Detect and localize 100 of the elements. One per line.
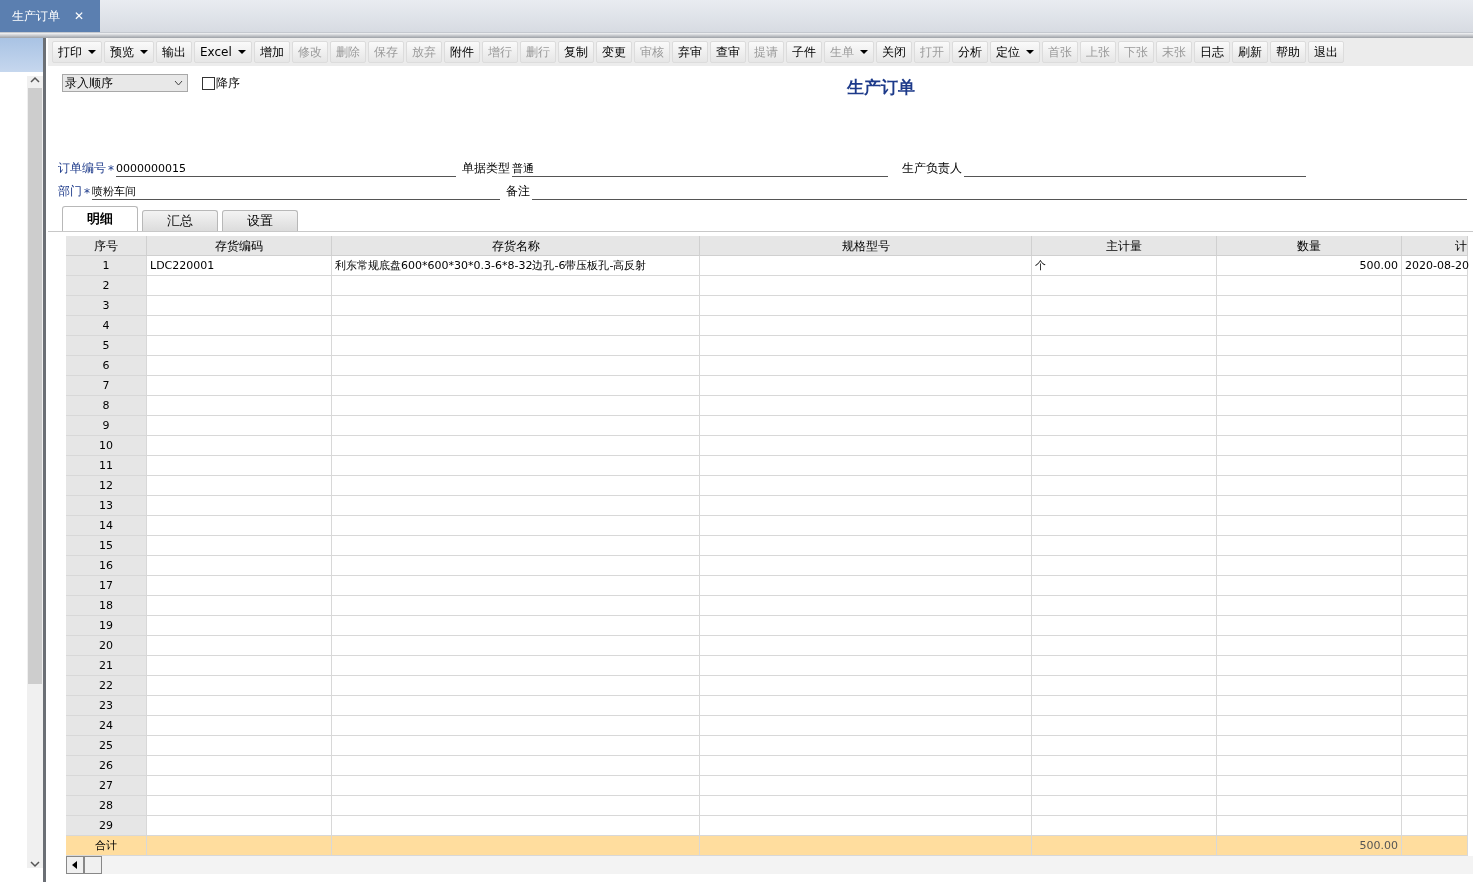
row-number: 20 [66,636,147,656]
vertical-scrollbar[interactable] [27,76,43,868]
table-cell [1402,536,1468,556]
horizontal-scrollbar[interactable] [66,856,1473,874]
tab[interactable]: 汇总 [142,210,218,231]
sort-select[interactable]: 录入顺序 [62,74,188,92]
total-cell: 500.00 [1217,836,1402,856]
row-number: 21 [66,656,147,676]
toolbar-button[interactable]: 退出 [1307,41,1344,63]
caret-icon[interactable] [140,50,148,54]
toolbar-button[interactable]: 帮助 [1269,41,1306,63]
table-cell: 2020-08-20 [1402,256,1468,276]
field-label: 生产负责人 [902,160,962,177]
table-cell [1402,336,1468,356]
total-cell [1402,836,1468,856]
table-cell [1402,636,1468,656]
input-field[interactable]: 喷粉车间 [92,185,500,200]
column-header[interactable]: 计 [1402,236,1468,256]
table-cell [1402,456,1468,476]
column-header[interactable]: 存货编码 [147,236,332,256]
row-number: 7 [66,376,147,396]
toolbar-button[interactable]: 刷新 [1231,41,1268,63]
input-field[interactable]: 0000000015 [116,162,456,177]
field-label: 单据类型 [462,160,510,177]
caret-icon[interactable] [1025,50,1034,54]
toolbar-button[interactable]: 子件 [785,41,822,63]
table-cell [1402,476,1468,496]
toolbar-button[interactable]: 复制 [557,41,594,63]
input-field[interactable]: 普通 [512,162,888,177]
row-number: 19 [66,616,147,636]
row-number: 13 [66,496,147,516]
table-cell: 利东常规底盘600*600*30*0.3-6*8-32边孔-6带压板孔-高反射 [332,256,700,276]
form-title: 生产订单 [846,77,915,97]
toolbar-button[interactable]: 关闭 [875,41,912,63]
row-number: 22 [66,676,147,696]
table-cell [1402,296,1468,316]
chevron-up-icon[interactable] [30,76,40,84]
required-mark: * [108,163,114,177]
table-cell: 500.00 [1217,256,1402,276]
field-label: 备注 [505,183,530,200]
row-number: 14 [66,516,147,536]
scrollbar-thumb[interactable] [84,856,102,874]
row-number: 17 [66,576,147,596]
toolbar-button[interactable]: 查审 [709,41,746,63]
table-cell [1402,796,1468,816]
toolbar-button[interactable]: 增加 [253,41,290,63]
column-header[interactable]: 主计量 [1032,236,1217,256]
row-number: 23 [66,696,147,716]
table-cell [1402,396,1468,416]
column-header[interactable]: 存货名称 [332,236,700,256]
document-tab[interactable]: 生产订单 ✕ [0,0,100,32]
table-cell [1402,416,1468,436]
toolbar-button[interactable]: 分析 [951,41,988,63]
table-cell [1402,576,1468,596]
toolbar-button[interactable]: 附件 [443,41,480,63]
row-number: 24 [66,716,147,736]
column-header[interactable]: 序号 [66,236,147,256]
row-number: 11 [66,456,147,476]
caret-icon[interactable] [88,50,96,54]
scrollbar-thumb[interactable] [28,88,42,684]
chevron-down-icon [174,80,183,86]
tab[interactable]: 明细 [62,206,138,231]
toolbar-button[interactable]: 输出 [156,41,192,63]
field-label: 部门 [58,183,82,200]
table-cell [1402,356,1468,376]
table-cell [1402,616,1468,636]
row-number: 8 [66,396,147,416]
scroll-left-button[interactable] [66,856,84,874]
caret-icon[interactable] [237,50,246,54]
row-number: 16 [66,556,147,576]
row-number: 5 [66,336,147,356]
toolbar-button[interactable]: Excel [194,41,252,63]
table-cell [1402,716,1468,736]
toolbar-button[interactable]: 预览 [104,41,154,63]
row-number: 28 [66,796,147,816]
row-number: 26 [66,756,147,776]
toolbar-button[interactable]: 定位 [989,41,1040,63]
row-number: 27 [66,776,147,796]
row-number: 15 [66,536,147,556]
toolbar-button[interactable]: 打印 [52,41,102,63]
tab[interactable]: 设置 [222,210,298,231]
row-number: 9 [66,416,147,436]
table-cell [1402,436,1468,456]
row-number: 6 [66,356,147,376]
table-cell [1402,496,1468,516]
close-icon[interactable]: ✕ [74,9,85,23]
chevron-down-icon[interactable] [30,860,40,868]
toolbar-button[interactable]: 变更 [595,41,632,63]
table-cell [1402,736,1468,756]
toolbar-button[interactable]: 弃审 [671,41,708,63]
table-cell [1402,276,1468,296]
column-header[interactable]: 规格型号 [700,236,1032,256]
column-header[interactable]: 数量 [1217,236,1402,256]
checkbox-label: 降序 [216,74,240,92]
toolbar-button[interactable]: 日志 [1193,41,1230,63]
table-cell: 个 [1032,256,1217,276]
row-number: 2 [66,276,147,296]
descending-checkbox[interactable] [202,76,215,90]
required-mark: * [84,186,90,200]
side-panel-header [0,38,43,72]
